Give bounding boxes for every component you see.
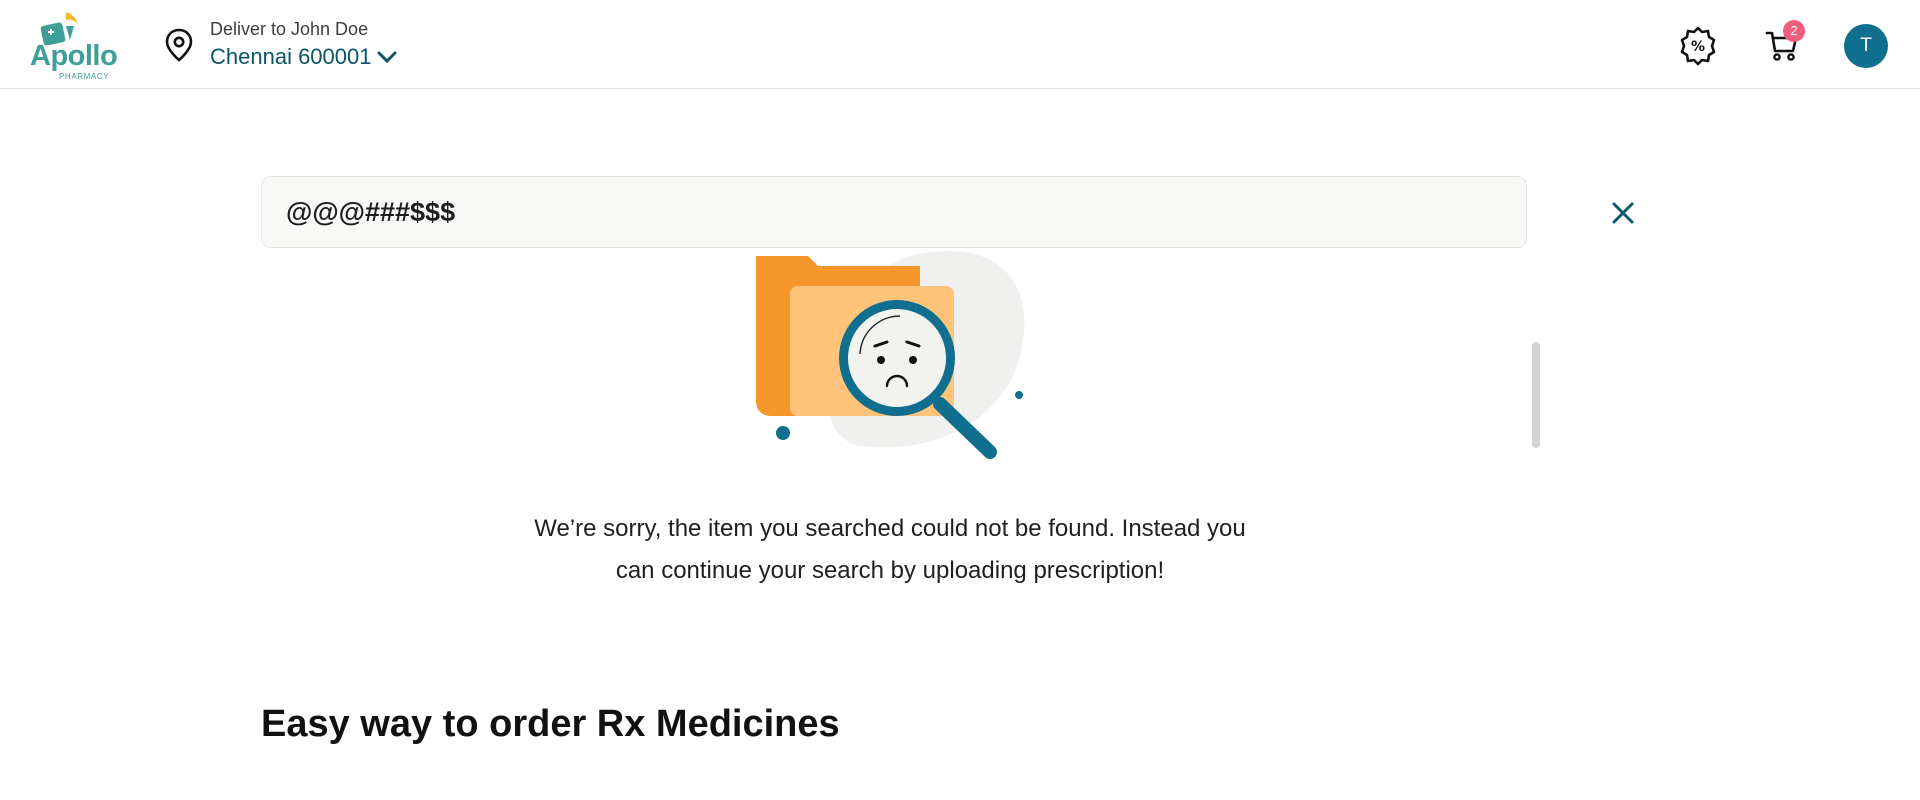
search-input[interactable]: @@@###$$$: [261, 176, 1527, 248]
deliver-to-label: Deliver to John Doe: [210, 19, 369, 39]
discount-badge-icon[interactable]: %: [1677, 25, 1719, 67]
not-found-message: We’re sorry, the item you searched could…: [460, 508, 1320, 592]
apollo-pharmacy-logo[interactable]: Apollo PHARMACY: [28, 10, 118, 82]
not-found-message-line1: We’re sorry, the item you searched could…: [534, 515, 1246, 542]
location-pin-icon[interactable]: [163, 27, 195, 63]
not-found-message-line2: can continue your search by uploading pr…: [615, 557, 1165, 584]
user-avatar[interactable]: T: [1844, 24, 1888, 68]
svg-text:%: %: [1691, 39, 1705, 55]
logo-wordmark: Apollo: [30, 40, 118, 72]
logo-subtext: PHARMACY: [59, 72, 110, 81]
top-header: Apollo PHARMACY Deliver to John Doe Chen…: [0, 0, 1920, 89]
section-title: Easy way to order Rx Medicines: [261, 703, 840, 745]
cart-count-badge: 2: [1783, 20, 1805, 42]
close-icon[interactable]: [1608, 198, 1638, 228]
location-text: Chennai 600001: [210, 44, 372, 69]
not-found-illustration: [756, 250, 1025, 459]
scrollbar-thumb[interactable]: [1532, 342, 1540, 448]
chevron-down-icon: [377, 51, 397, 64]
location-selector[interactable]: Chennai 600001: [210, 44, 397, 70]
